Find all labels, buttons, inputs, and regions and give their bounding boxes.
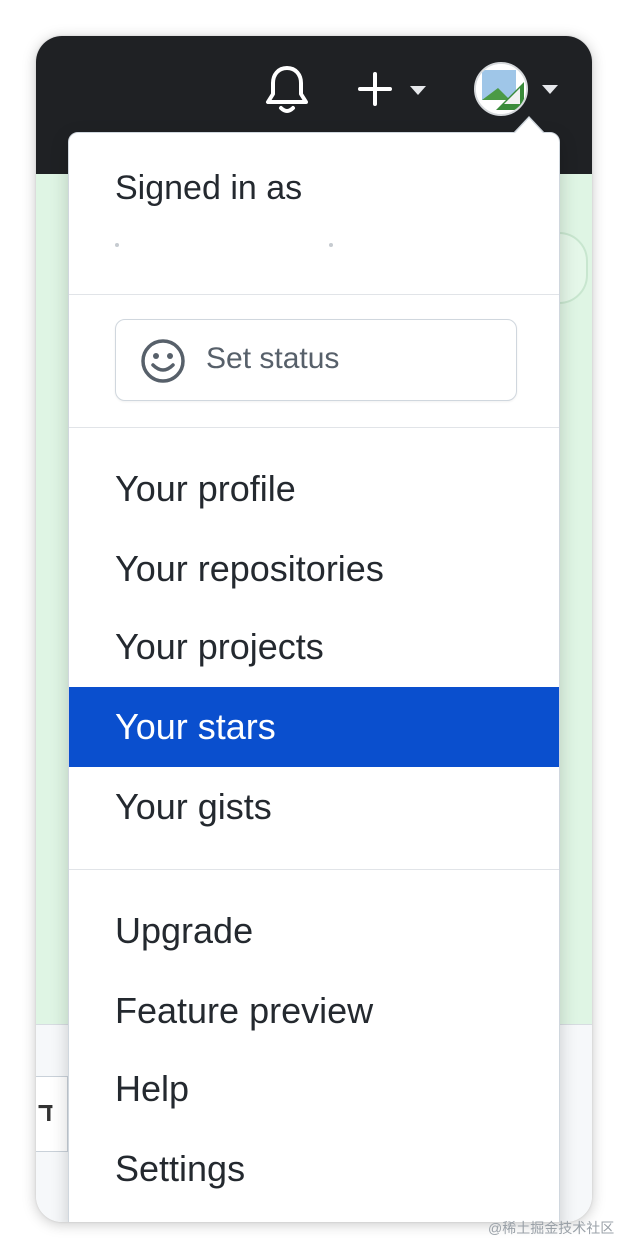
menu-item-your-profile[interactable]: Your profile [69, 449, 559, 529]
dropdown-caret [515, 118, 543, 133]
avatar-caret-down-icon[interactable] [542, 85, 558, 94]
menu-item-help[interactable]: Help [69, 1049, 559, 1129]
set-status-button[interactable]: Set status [115, 319, 517, 401]
menu-item-feature-preview[interactable]: Feature preview [69, 971, 559, 1051]
redacted-username[interactable] [115, 237, 347, 255]
menu-item-your-stars[interactable]: Your stars [69, 687, 559, 767]
menu-item-your-gists[interactable]: Your gists [69, 767, 559, 847]
smiley-icon [141, 339, 185, 383]
menu-divider [69, 294, 559, 295]
avatar-image [476, 64, 526, 114]
page-side-box: ד [36, 1076, 68, 1152]
menu-divider [69, 869, 559, 870]
menu-item-your-projects[interactable]: Your projects [69, 607, 559, 687]
menu-item-your-repositories[interactable]: Your repositories [69, 529, 559, 609]
create-caret-down-icon[interactable] [410, 86, 426, 95]
avatar[interactable] [474, 62, 528, 116]
menu-item-settings[interactable]: Settings [69, 1129, 559, 1209]
screenshot-frame: ד Signed in as Set status Your profile Y… [36, 36, 592, 1222]
watermark: @稀土掘金技术社区 [488, 1220, 615, 1236]
menu-item-upgrade[interactable]: Upgrade [69, 891, 559, 971]
bell-icon[interactable] [264, 64, 310, 116]
menu-divider [69, 427, 559, 428]
signed-in-label: Signed in as [115, 169, 303, 207]
set-status-label: Set status [206, 342, 340, 375]
user-dropdown-menu: Signed in as Set status Your profile You… [68, 116, 560, 1222]
plus-icon[interactable] [358, 72, 392, 106]
